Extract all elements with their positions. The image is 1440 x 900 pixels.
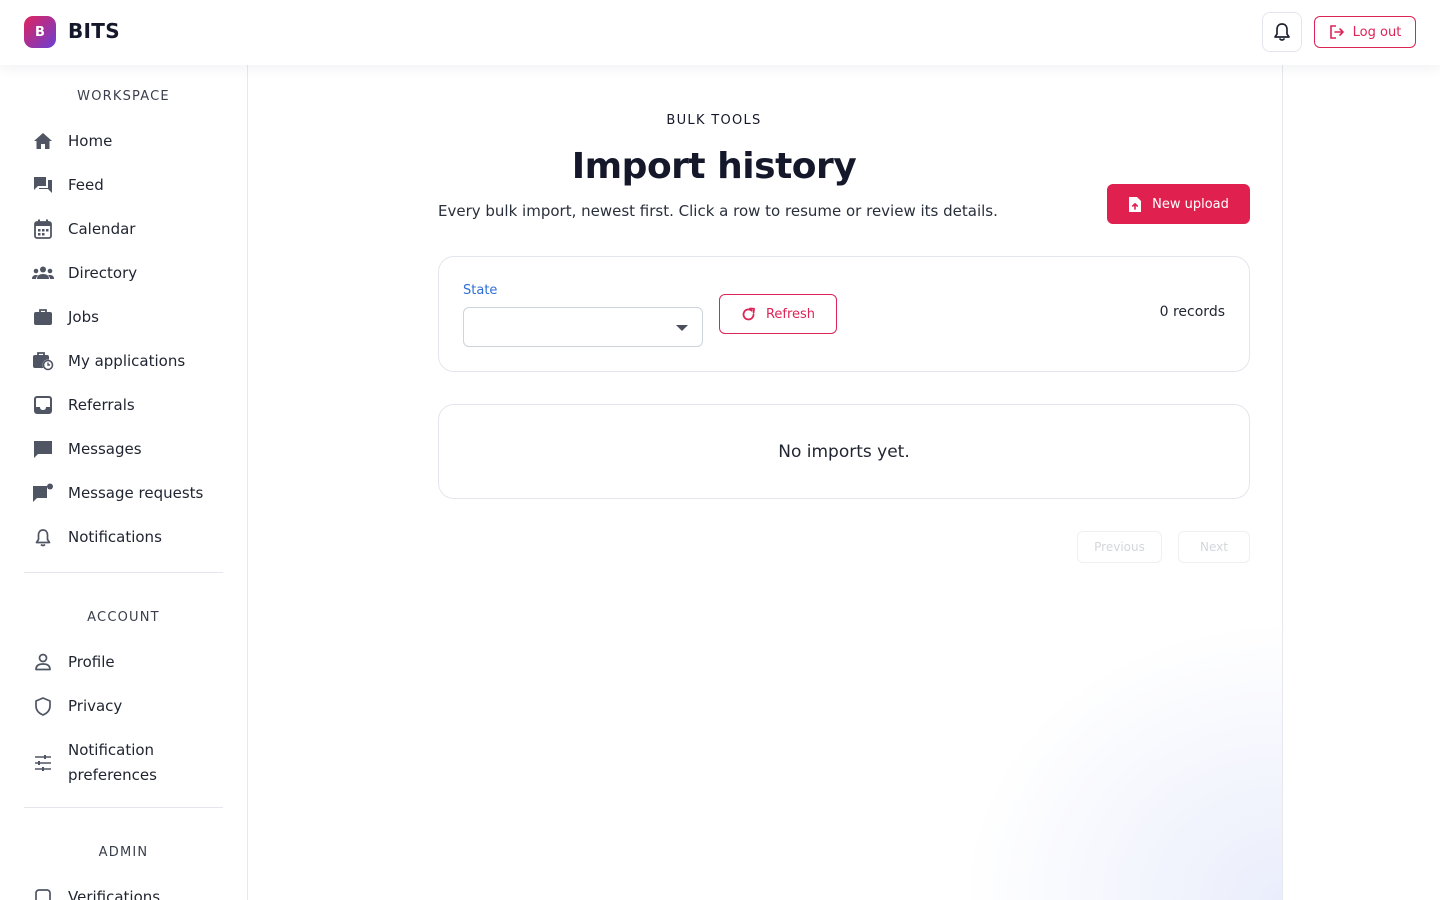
logo-letter: B	[35, 24, 45, 40]
sidebar-divider	[24, 807, 223, 808]
main-right-border	[1282, 65, 1283, 900]
notifications-button[interactable]	[1262, 12, 1302, 52]
top-bar: B BITS Log out	[0, 0, 1440, 65]
section-title-workspace: WORKSPACE	[77, 89, 170, 104]
refresh-icon	[742, 307, 755, 320]
sidebar: WORKSPACE Home Feed Calendar Directory J…	[0, 65, 248, 900]
sidebar-item-label: Jobs	[68, 308, 99, 326]
imports-list-empty: No imports yet.	[438, 404, 1250, 499]
section-title-admin: ADMIN	[98, 845, 149, 860]
state-label: State	[463, 283, 498, 298]
new-upload-label: New upload	[1152, 196, 1229, 212]
person-icon	[32, 651, 54, 673]
next-label: Next	[1200, 540, 1228, 554]
sidebar-item-label: Verifications	[68, 888, 161, 900]
inbox-icon	[32, 394, 54, 416]
briefcase-icon	[32, 306, 54, 328]
bell-icon	[1274, 23, 1290, 41]
sidebar-item-messages[interactable]: Messages	[24, 429, 224, 469]
logout-label: Log out	[1352, 24, 1402, 40]
logout-icon	[1329, 25, 1344, 39]
sliders-icon	[32, 752, 54, 774]
sidebar-item-label: Notification preferences	[68, 741, 157, 784]
previous-page-button[interactable]: Previous	[1077, 531, 1162, 563]
sidebar-divider	[24, 572, 223, 573]
sidebar-item-notification-preferences[interactable]: Notification preferences	[24, 735, 224, 791]
records-count: 0 records	[1159, 304, 1225, 320]
verify-icon	[32, 886, 54, 900]
previous-label: Previous	[1094, 540, 1145, 554]
page-title: Import history	[571, 146, 857, 187]
sidebar-item-feed[interactable]: Feed	[24, 165, 224, 205]
sidebar-item-label: Notifications	[68, 528, 162, 546]
logo-badge[interactable]: B	[24, 16, 56, 48]
sidebar-item-label: My applications	[68, 352, 186, 370]
sidebar-item-privacy[interactable]: Privacy	[24, 686, 224, 726]
empty-state-text: No imports yet.	[778, 441, 910, 462]
message-request-icon	[32, 482, 54, 504]
sidebar-item-label: Calendar	[68, 220, 136, 238]
feed-icon	[32, 174, 54, 196]
sidebar-item-label: Home	[68, 132, 113, 150]
briefcase-clock-icon	[32, 350, 54, 372]
filter-card: State Refresh 0 records	[438, 256, 1250, 372]
sidebar-item-home[interactable]: Home	[24, 121, 224, 161]
sidebar-item-my-applications[interactable]: My applications	[24, 341, 224, 381]
sidebar-item-label: Feed	[68, 176, 104, 194]
sidebar-item-label: Messages	[68, 440, 142, 458]
next-page-button[interactable]: Next	[1178, 531, 1250, 563]
sidebar-item-label: Message requests	[68, 484, 204, 502]
sidebar-item-calendar[interactable]: Calendar	[24, 209, 224, 249]
caret-down-icon	[676, 325, 688, 331]
sidebar-item-referrals[interactable]: Referrals	[24, 385, 224, 425]
bell-icon	[32, 526, 54, 548]
refresh-button[interactable]: Refresh	[719, 294, 837, 334]
section-title-account: ACCOUNT	[87, 610, 160, 625]
sidebar-item-profile[interactable]: Profile	[24, 642, 224, 682]
sidebar-item-jobs[interactable]: Jobs	[24, 297, 224, 337]
shield-icon	[32, 695, 54, 717]
page-eyebrow: BULK TOOLS	[666, 113, 762, 128]
new-upload-button[interactable]: New upload	[1107, 184, 1250, 224]
logout-button[interactable]: Log out	[1314, 16, 1416, 48]
state-select[interactable]	[463, 307, 703, 347]
calendar-icon	[32, 218, 54, 240]
sidebar-item-message-requests[interactable]: Message requests	[24, 473, 224, 513]
sidebar-item-label: Privacy	[68, 697, 123, 715]
message-icon	[32, 438, 54, 460]
background-glow	[960, 620, 1282, 900]
page-subtitle: Every bulk import, newest first. Click a…	[438, 202, 998, 220]
brand-name[interactable]: BITS	[68, 19, 120, 43]
sidebar-item-notifications[interactable]: Notifications	[24, 517, 224, 557]
sidebar-item-label: Referrals	[68, 396, 135, 414]
sidebar-item-directory[interactable]: Directory	[24, 253, 224, 293]
sidebar-item-label: Directory	[68, 264, 138, 282]
file-upload-icon	[1129, 196, 1142, 212]
sidebar-item-verifications[interactable]: Verifications	[24, 877, 224, 900]
home-icon	[32, 130, 54, 152]
refresh-label: Refresh	[765, 306, 816, 322]
sidebar-item-label: Profile	[68, 653, 115, 671]
people-icon	[32, 262, 54, 284]
